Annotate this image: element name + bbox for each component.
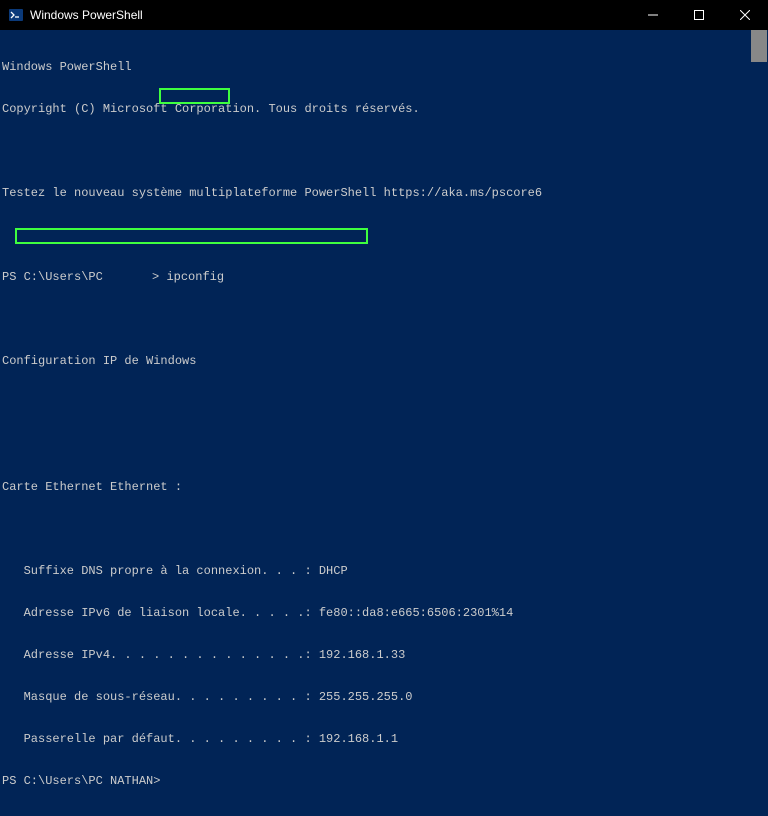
maximize-button[interactable] [676, 0, 722, 30]
command-prompt-line: PS C:\Users\PC NATHAN> [2, 774, 768, 788]
output-line: Testez le nouveau système multiplateform… [2, 186, 768, 200]
adapter-header: Carte Ethernet Ethernet : [2, 480, 768, 494]
command-text: ipconfig [166, 270, 224, 284]
powershell-window: Windows PowerShell Windows PowerShell Co… [0, 0, 768, 654]
prompt-path: PS C:\Users\PC [2, 270, 110, 284]
scrollbar-thumb[interactable] [751, 30, 767, 62]
close-button[interactable] [722, 0, 768, 30]
redacted-username [110, 271, 152, 283]
output-line: Adresse IPv6 de liaison locale. . . . .:… [2, 606, 768, 620]
window-title: Windows PowerShell [30, 8, 630, 22]
window-controls [630, 0, 768, 30]
titlebar[interactable]: Windows PowerShell [0, 0, 768, 30]
output-line: Masque de sous-réseau. . . . . . . . . :… [2, 690, 768, 704]
vertical-scrollbar[interactable] [751, 30, 767, 650]
terminal-output[interactable]: Windows PowerShell Copyright (C) Microso… [0, 30, 768, 816]
output-line: Suffixe DNS propre à la connexion. . . :… [2, 564, 768, 578]
output-line: Passerelle par défaut. . . . . . . . . :… [2, 732, 768, 746]
output-line: Copyright (C) Microsoft Corporation. Tou… [2, 102, 768, 116]
output-line-ipv4: Adresse IPv4. . . . . . . . . . . . . .:… [2, 648, 768, 662]
output-line: Configuration IP de Windows [2, 354, 768, 368]
powershell-icon [8, 7, 24, 23]
minimize-button[interactable] [630, 0, 676, 30]
output-line: Windows PowerShell [2, 60, 768, 74]
command-prompt-line: PS C:\Users\PC > ipconfig [2, 270, 768, 284]
